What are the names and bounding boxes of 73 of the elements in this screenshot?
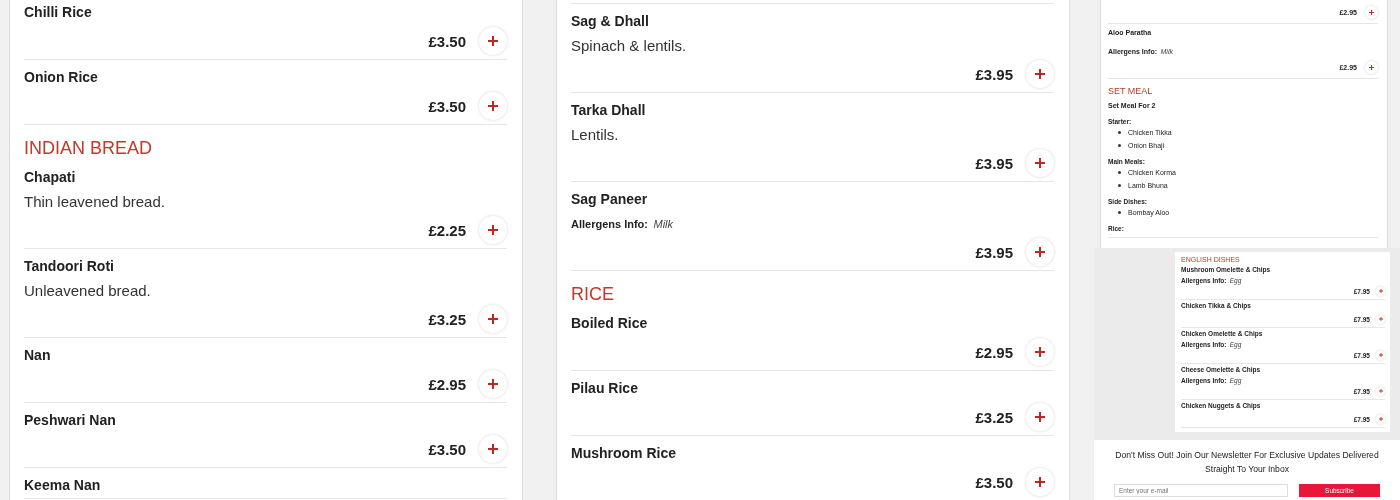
plus-icon (1035, 347, 1045, 357)
dish-price: £3.50 (975, 473, 1013, 491)
dish-name: Peshwari Nan (24, 412, 116, 428)
section-heading: RICE (571, 284, 614, 304)
add-button[interactable] (1365, 60, 1378, 74)
dish-price: £3.50 (428, 32, 466, 50)
add-button[interactable] (1376, 286, 1385, 296)
dish-price: £2.25 (428, 221, 466, 239)
dish-price: £2.95 (975, 343, 1013, 361)
dish-name: Nan (24, 347, 51, 363)
dish-price: £3.95 (975, 243, 1013, 261)
bullet-icon (1118, 131, 1121, 134)
add-button[interactable] (1026, 468, 1054, 496)
add-button[interactable] (479, 92, 507, 120)
plus-icon (1369, 9, 1374, 15)
dish-price: £3.25 (428, 310, 466, 328)
plus-icon (1035, 247, 1045, 257)
dish-name: Chapati (24, 169, 76, 185)
dish-price: £2.95 (428, 375, 466, 393)
section-heading: INDIAN BREAD (24, 138, 153, 158)
add-button[interactable] (1365, 5, 1378, 19)
dish-price: £3.25 (975, 408, 1013, 426)
section-heading: SET MEAL (1108, 86, 1153, 96)
add-button[interactable] (479, 370, 507, 398)
dish-description: Thin leavened bread. (24, 193, 165, 210)
dish-name: Sag Paneer (571, 191, 648, 207)
plus-icon (1035, 412, 1045, 422)
plus-icon (488, 379, 498, 389)
dish-name: Mushroom Rice (571, 445, 676, 461)
add-button[interactable] (1376, 314, 1385, 324)
newsletter-text: Don't Miss Out! Join Our Newsletter For Exclusive Updates Delivered Straight To Your Inbox (1115, 450, 1379, 474)
plus-icon (1035, 477, 1045, 487)
add-button[interactable] (479, 305, 507, 333)
bullet-icon (1118, 184, 1121, 187)
plus-icon (488, 225, 498, 235)
bullet-icon (1118, 211, 1121, 214)
plus-icon (488, 444, 498, 454)
plus-icon (1369, 64, 1374, 70)
dish-name: Pilau Rice (571, 380, 638, 396)
allergens-value: Milk (653, 217, 674, 232)
add-button[interactable] (1376, 386, 1385, 396)
allergens-label: Allergens Info: (571, 217, 648, 232)
add-button[interactable] (479, 435, 507, 463)
dish-description: Unleavened bread. (24, 282, 151, 299)
plus-icon (488, 36, 498, 46)
bullet-icon (1118, 171, 1121, 174)
plus-icon (488, 314, 498, 324)
dish-description: Lentils. (571, 126, 619, 143)
add-button[interactable] (1376, 414, 1385, 424)
dish-price: £3.95 (975, 154, 1013, 172)
add-button[interactable] (1026, 149, 1054, 177)
dish-name: Tandoori Roti (24, 258, 114, 274)
dish-description: Spinach & lentils. (571, 37, 687, 54)
dish-name: Chilli Rice (24, 4, 92, 20)
add-button[interactable] (1376, 350, 1385, 360)
plus-icon (488, 101, 498, 111)
add-button[interactable] (1026, 60, 1054, 88)
add-button[interactable] (1026, 238, 1054, 266)
bullet-icon (1118, 144, 1121, 147)
dish-name: Keema Nan (24, 477, 101, 493)
add-button[interactable] (479, 27, 507, 55)
dish-name: Sag & Dhall (571, 13, 649, 29)
dish-name: Onion Rice (24, 69, 98, 85)
dish-price: £3.50 (428, 97, 466, 115)
add-button[interactable] (1026, 338, 1054, 366)
add-button[interactable] (479, 216, 507, 244)
plus-icon (1035, 69, 1045, 79)
add-button[interactable] (1026, 403, 1054, 431)
dish-price: £3.95 (975, 65, 1013, 83)
dish-name: Tarka Dhall (571, 102, 646, 118)
dish-price: £3.50 (428, 440, 466, 458)
dish-name: Boiled Rice (571, 315, 648, 331)
plus-icon (1035, 158, 1045, 168)
